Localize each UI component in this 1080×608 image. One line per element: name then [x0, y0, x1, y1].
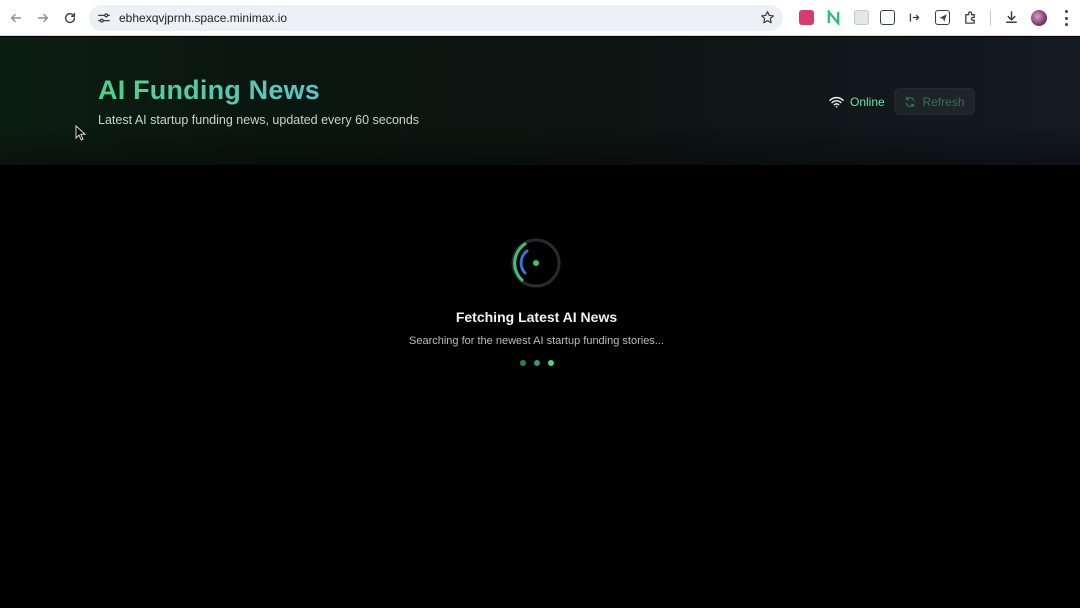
site-settings-icon[interactable]: [97, 11, 111, 25]
loading-title: Fetching Latest AI News: [455, 309, 618, 325]
mouse-cursor-icon: [75, 125, 86, 141]
reload-button[interactable]: [59, 7, 81, 29]
reload-icon: [64, 12, 76, 24]
url-text[interactable]: ebhexqvjprnh.space.minimax.io: [119, 11, 287, 25]
loading-dots: [520, 360, 554, 368]
loading-subtitle: Searching for the newest AI startup fund…: [409, 335, 664, 347]
toolbar-separator: [990, 10, 991, 26]
address-bar[interactable]: ebhexqvjprnh.space.minimax.io: [89, 5, 783, 31]
extension-n-icon[interactable]: [826, 10, 841, 25]
refresh-label: Refresh: [922, 94, 965, 109]
extension-send-icon[interactable]: [935, 10, 950, 25]
app-header: AI Funding News Latest AI startup fundin…: [0, 37, 1080, 165]
back-arrow-icon: [10, 13, 22, 23]
wifi-icon: [829, 96, 844, 108]
page-subtitle: Latest AI startup funding news, updated …: [98, 113, 420, 127]
refresh-icon: [906, 96, 915, 107]
back-button[interactable]: [5, 7, 27, 29]
download-icon[interactable]: [1004, 10, 1019, 25]
profile-avatar[interactable]: [1031, 10, 1047, 26]
loading-dot: [534, 360, 540, 366]
page-title: AI Funding News: [98, 75, 320, 105]
browser-menu-icon[interactable]: [1063, 10, 1069, 26]
extension-5-icon[interactable]: [907, 10, 922, 25]
loading-dot: [520, 360, 526, 366]
loading-spinner-icon: [511, 238, 561, 288]
forward-button[interactable]: [32, 7, 54, 29]
extensions-puzzle-icon[interactable]: [963, 10, 978, 25]
loading-dot: [548, 360, 554, 366]
extension-4-icon[interactable]: [880, 10, 895, 25]
status-text: Online: [850, 95, 885, 109]
bookmark-star-icon[interactable]: [760, 10, 775, 25]
connection-status: Online: [829, 95, 885, 109]
forward-arrow-icon: [37, 13, 49, 23]
browser-toolbar: ebhexqvjprnh.space.minimax.io: [0, 0, 1080, 36]
refresh-button[interactable]: Refresh: [894, 88, 975, 115]
extension-3-icon[interactable]: [854, 10, 869, 25]
extension-1-icon[interactable]: [799, 10, 814, 25]
